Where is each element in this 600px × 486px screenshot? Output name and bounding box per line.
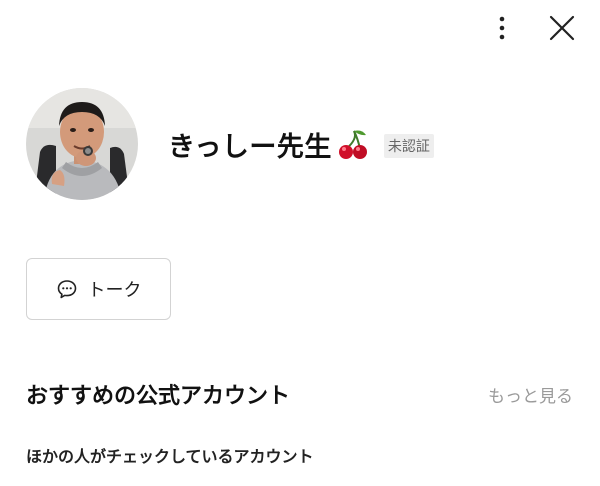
verification-badge: 未認証 [383, 134, 434, 158]
profile-name: きっしー先生 [168, 131, 332, 163]
close-icon [549, 15, 575, 41]
name-row: きっしー先生 未認証 [168, 125, 434, 164]
top-actions [486, 12, 578, 44]
chat-bubble-icon [57, 280, 76, 299]
more-options-button[interactable] [486, 12, 518, 44]
cherry-icon [338, 130, 367, 159]
profile-page: きっしー先生 未認証 トーク おすすめの公式アカウント もっと見る ほかの人がチ… [0, 0, 600, 486]
talk-button[interactable]: トーク [26, 258, 171, 320]
avatar[interactable] [26, 88, 138, 200]
see-more-link[interactable]: もっと見る [488, 382, 573, 407]
talk-label: トーク [87, 280, 142, 301]
subsection-title: ほかの人がチェックしているアカウント [26, 447, 314, 466]
close-button[interactable] [546, 12, 578, 44]
section-title: おすすめの公式アカウント [26, 384, 291, 409]
avatar-photo [26, 88, 138, 200]
profile-header: きっしー先生 未認証 [26, 88, 434, 200]
recommended-section-header: おすすめの公式アカウント もっと見る [26, 378, 573, 410]
vertical-ellipsis-icon [499, 16, 505, 40]
